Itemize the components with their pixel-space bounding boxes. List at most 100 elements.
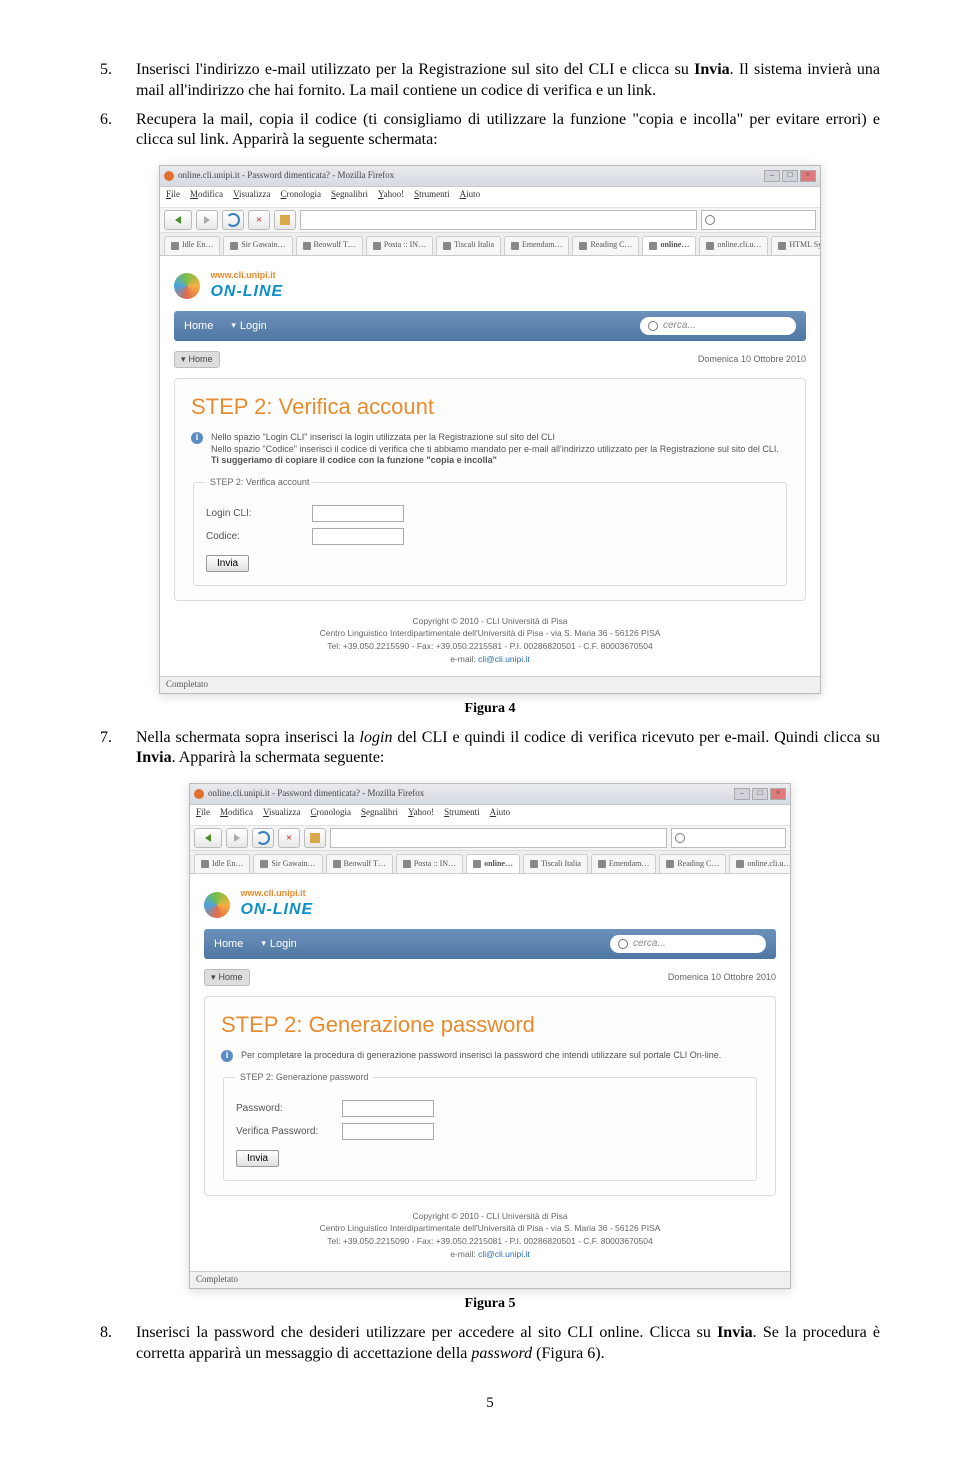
url-bar[interactable] (300, 210, 697, 230)
menu-item[interactable]: Strumenti (414, 189, 450, 205)
nav-home[interactable]: Home (184, 319, 213, 333)
tab[interactable]: Beowulf T… (326, 854, 393, 873)
browser-search[interactable] (701, 210, 816, 230)
max-button[interactable]: □ (782, 170, 798, 182)
nav-home[interactable]: Home (214, 937, 243, 951)
favicon-icon (579, 242, 587, 250)
tab-active[interactable]: online… (466, 854, 520, 873)
menu-item[interactable]: Strumenti (444, 807, 480, 823)
list-number: 5. (100, 60, 136, 102)
tab[interactable]: Posta :: IN… (396, 854, 463, 873)
menu-item[interactable]: Segnalibri (331, 189, 368, 205)
footer-email-link[interactable]: cli@cli.unipi.it (478, 1249, 530, 1259)
tab[interactable]: HTML Sym… (771, 236, 820, 255)
breadcrumb-home[interactable]: ▾Home (174, 351, 220, 369)
menu-item[interactable]: Yahoo! (378, 189, 404, 205)
info-text: Per completare la procedura di generazio… (241, 1050, 759, 1062)
tab[interactable]: Reading C… (572, 236, 639, 255)
list-item-7: 7. Nella schermata sopra inserisci la lo… (100, 728, 880, 770)
tab[interactable]: online.cli.u… (699, 236, 768, 255)
menu-item[interactable]: File (166, 189, 180, 205)
stop-button[interactable]: × (278, 828, 300, 848)
logo: www.cli.unipi.it ON-LINE (174, 270, 806, 302)
status-text: Completato (166, 679, 208, 691)
favicon-icon (201, 860, 209, 868)
screenshot-figure-4: online.cli.unipi.it - Password dimentica… (159, 165, 821, 693)
menu-item[interactable]: Visualizza (233, 189, 270, 205)
tab[interactable]: Idle En… (194, 854, 250, 873)
breadcrumb-home[interactable]: ▾Home (204, 969, 250, 987)
tab[interactable]: Sir Gawain… (253, 854, 322, 873)
tab[interactable]: Idle En… (164, 236, 220, 255)
menu-item[interactable]: Cronologia (310, 807, 351, 823)
search-icon (618, 939, 628, 949)
nav-login[interactable]: ▾Login (261, 937, 296, 951)
home-button[interactable] (304, 828, 326, 848)
tab-label: Sir Gawain… (271, 859, 315, 869)
browser-search[interactable] (671, 828, 786, 848)
tab-label: Emendam… (522, 240, 562, 250)
nav-login[interactable]: ▾Login (231, 319, 266, 333)
reload-button[interactable] (222, 210, 244, 230)
search-icon (675, 833, 685, 843)
tab-active[interactable]: online… (642, 236, 696, 255)
password-input[interactable] (342, 1100, 434, 1117)
nav-toolbar: × (160, 208, 820, 233)
menu-item[interactable]: Modifica (220, 807, 253, 823)
menu-item[interactable]: Aiuto (490, 807, 511, 823)
firefox-icon (164, 171, 174, 181)
favicon-icon (736, 860, 744, 868)
home-icon (310, 833, 320, 843)
list-text: Recupera la mail, copia il codice (ti co… (136, 110, 880, 152)
text: Nella schermata sopra inserisci la (136, 729, 360, 746)
list-item-5: 5. Inserisci l'indirizzo e-mail utilizza… (100, 60, 880, 102)
tab[interactable]: Beowulf T… (296, 236, 363, 255)
search-placeholder: cerca... (633, 937, 666, 950)
menu-item[interactable]: Visualizza (263, 807, 300, 823)
footer-email-link[interactable]: cli@cli.unipi.it (478, 654, 530, 664)
search-placeholder: cerca... (663, 319, 696, 332)
info-text: Nello spazio "Codice" inserisci il codic… (211, 444, 789, 456)
password-confirm-input[interactable] (342, 1123, 434, 1140)
home-button[interactable] (274, 210, 296, 230)
code-input[interactable] (312, 528, 404, 545)
min-button[interactable]: – (734, 788, 750, 800)
menu-item[interactable]: Modifica (190, 189, 223, 205)
menu-item[interactable]: File (196, 807, 210, 823)
menu-item[interactable]: Cronologia (280, 189, 321, 205)
list-text: Inserisci l'indirizzo e-mail utilizzato … (136, 60, 880, 102)
tab[interactable]: Tiscali Italia (523, 854, 588, 873)
nav-label: Home (184, 319, 213, 333)
login-input[interactable] (312, 505, 404, 522)
forward-button[interactable] (226, 828, 248, 848)
tab[interactable]: Sir Gawain… (223, 236, 292, 255)
tab[interactable]: Posta :: IN… (366, 236, 433, 255)
site-search[interactable]: cerca... (640, 317, 796, 335)
submit-button[interactable]: Invia (236, 1150, 279, 1167)
close-button[interactable]: × (770, 788, 786, 800)
reload-icon (226, 213, 240, 227)
tab[interactable]: Tiscali Italia (436, 236, 501, 255)
logo-url: www.cli.unipi.it (210, 270, 283, 282)
back-button[interactable] (164, 210, 192, 230)
menu-item[interactable]: Segnalibri (361, 807, 398, 823)
url-bar[interactable] (330, 828, 667, 848)
close-button[interactable]: × (800, 170, 816, 182)
logo-online: ON-LINE (240, 900, 313, 921)
stop-button[interactable]: × (248, 210, 270, 230)
status-bar: Completato (160, 676, 820, 693)
max-button[interactable]: □ (752, 788, 768, 800)
min-button[interactable]: – (764, 170, 780, 182)
submit-button[interactable]: Invia (206, 555, 249, 572)
tab[interactable]: Reading C… (659, 854, 726, 873)
site-search[interactable]: cerca... (610, 935, 766, 953)
tab[interactable]: Emendam… (591, 854, 656, 873)
menu-item[interactable]: Aiuto (460, 189, 481, 205)
reload-button[interactable] (252, 828, 274, 848)
tab[interactable]: Emendam… (504, 236, 569, 255)
back-button[interactable] (194, 828, 222, 848)
menu-item[interactable]: Yahoo! (408, 807, 434, 823)
tab[interactable]: online.cli.u… (729, 854, 790, 873)
forward-button[interactable] (196, 210, 218, 230)
info-icon: i (221, 1050, 233, 1062)
